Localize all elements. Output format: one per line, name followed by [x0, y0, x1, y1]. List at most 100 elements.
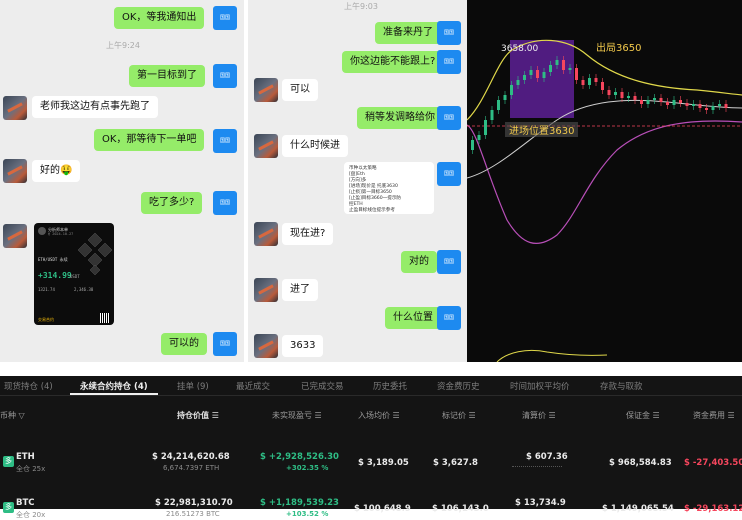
header-mark-price[interactable]: 标记价 ☰	[442, 410, 476, 421]
lower-band-line	[467, 120, 742, 244]
pnl-share-card[interactable]: 分析师本单 @ 2024-10-27 ETH/USDT 永续 +314.99 U…	[34, 223, 114, 325]
contact-avatar[interactable]	[254, 222, 278, 246]
tab-recent-fills[interactable]: 最近成交	[236, 380, 270, 392]
message-bubble-received: 进了	[282, 279, 318, 301]
my-avatar[interactable]: 国国	[213, 191, 237, 215]
tab-funding-history[interactable]: 资金费历史	[437, 380, 480, 392]
contact-avatar[interactable]	[254, 334, 278, 358]
positions-panel: 现货持仓 (4) 永续合约持仓 (4) 挂单 (9) 最近成交 已完成交易 历史…	[0, 376, 742, 519]
candle	[542, 72, 546, 78]
candlestick-chart	[467, 39, 742, 362]
margin: $ 968,584.83	[609, 458, 672, 468]
candle	[536, 70, 539, 78]
candle	[471, 140, 474, 150]
header-entry-price[interactable]: 入场均价 ☰	[358, 410, 400, 421]
tab-order-history[interactable]: 历史委托	[373, 380, 407, 392]
tab-spot-holdings[interactable]: 现货持仓 (4)	[4, 380, 53, 392]
my-avatar[interactable]: 国国	[213, 332, 237, 356]
my-avatar[interactable]: 国国	[213, 64, 237, 88]
candle	[640, 100, 643, 104]
header-liq-price[interactable]: 清算价 ☰	[522, 410, 556, 421]
my-avatar[interactable]: 国国	[437, 306, 461, 330]
contact-avatar[interactable]	[254, 134, 278, 158]
tab-twap[interactable]: 时间加权平均价	[510, 380, 570, 392]
message-bubble-sent: 准备来丹了	[375, 22, 441, 44]
candle	[724, 104, 728, 108]
unrealized-pnl: $ +2,928,526.30	[260, 452, 339, 462]
qr-code-icon	[100, 313, 110, 323]
card-value-a: 1321.74	[38, 287, 55, 292]
contact-avatar[interactable]	[254, 278, 278, 302]
header-coin[interactable]: 币种 ▽	[0, 410, 25, 421]
contact-avatar[interactable]	[3, 159, 27, 183]
contact-avatar[interactable]	[3, 96, 27, 120]
tab-perp-positions[interactable]: 永续合约持仓 (4)	[80, 380, 148, 392]
message-bubble-sent: 什么位置	[385, 307, 441, 329]
my-avatar[interactable]: 国国	[437, 21, 461, 45]
candle	[666, 102, 669, 105]
card-value-b: 2,346.38	[74, 287, 94, 292]
my-avatar[interactable]: 国国	[213, 6, 237, 30]
message-bubble-received: 现在进?	[282, 223, 334, 245]
message-bubble-sent: 对的	[401, 251, 437, 273]
candle	[601, 82, 604, 90]
header-funding[interactable]: 资金费用 ☰	[693, 410, 735, 421]
card-pnl-unit: USDT	[70, 274, 80, 279]
card-pnl: +314.99	[38, 271, 72, 280]
my-avatar[interactable]: 国国	[437, 162, 461, 186]
message-bubble-received: 什么时候进	[282, 135, 348, 157]
candle	[529, 70, 533, 75]
my-avatar[interactable]: 国国	[437, 50, 461, 74]
price-chart[interactable]: 3658.00 出局3650 进场位置3630	[467, 0, 742, 362]
header-unrealized-pnl[interactable]: 未实现盈亏 ☰	[272, 410, 322, 421]
candle	[620, 92, 624, 98]
candle	[555, 60, 559, 65]
candle	[516, 80, 520, 85]
card-pair: ETH/USDT 永续	[38, 257, 68, 262]
candle	[653, 98, 656, 100]
header-position-value[interactable]: 持仓价值 ☰	[177, 410, 219, 421]
entry-price: $ 3,189.05	[358, 458, 409, 468]
candle	[633, 96, 637, 100]
header-margin[interactable]: 保证金 ☰	[626, 410, 660, 421]
position-value: $ 22,981,310.70	[155, 498, 233, 508]
candle	[549, 65, 552, 72]
tab-deposits-withdrawals[interactable]: 存款与取款	[600, 380, 643, 392]
position-size: 6,674.7397 ETH	[163, 464, 220, 472]
positions-section: 现货持仓 (4) 永续合约持仓 (4) 挂单 (9) 最近成交 已完成交易 历史…	[0, 362, 742, 519]
candle	[614, 92, 617, 95]
card-footer: 交易合约	[38, 317, 54, 322]
pnl-percent: +103.52 %	[286, 510, 329, 518]
my-avatar[interactable]: 国国	[213, 129, 237, 153]
tab-completed-trades[interactable]: 已完成交易	[301, 380, 344, 392]
price-label: 3658.00	[501, 44, 539, 54]
candle	[672, 100, 676, 105]
active-tab-indicator	[70, 393, 158, 395]
candle	[646, 100, 650, 104]
message-bubble-sent: 吃了多少?	[141, 192, 203, 214]
long-badge: 多	[3, 502, 14, 513]
my-avatar[interactable]: 国国	[437, 106, 461, 130]
card-date: @ 2024-10-27	[48, 232, 74, 236]
my-avatar[interactable]: 国国	[437, 250, 461, 274]
coin-name[interactable]: BTC	[16, 498, 35, 508]
chat-panel-left: OK，等我通知出 国国 上午9:24 第一目标到了 国国 老师我这边有点事先跑了…	[0, 0, 244, 362]
chat-panel-middle: 上午9:03 准备来丹了 国国 你这边能不能跟上? 国国 可以 稍等发调略给你 …	[248, 0, 467, 362]
contact-avatar[interactable]	[254, 78, 278, 102]
coin-name[interactable]: ETH	[16, 452, 35, 462]
entry-label: 进场位置3630	[505, 122, 579, 137]
candle	[588, 78, 591, 85]
candle	[692, 104, 695, 106]
contact-avatar[interactable]	[3, 224, 27, 248]
message-bubble-sent: 你这边能不能跟上?	[342, 51, 444, 73]
bnb-logo-icon	[78, 232, 112, 275]
candle	[679, 100, 682, 103]
leverage: 全仓 25x	[16, 465, 46, 473]
leverage: 全仓 20x	[16, 511, 46, 519]
position-size: 216.51273 BTC	[166, 510, 220, 518]
message-bubble-received: 老师我这边有点事先跑了	[32, 96, 158, 118]
long-badge: 多	[3, 456, 14, 467]
tab-open-orders[interactable]: 挂单 (9)	[177, 380, 209, 392]
candle	[575, 68, 578, 80]
indicator-line	[496, 349, 608, 362]
